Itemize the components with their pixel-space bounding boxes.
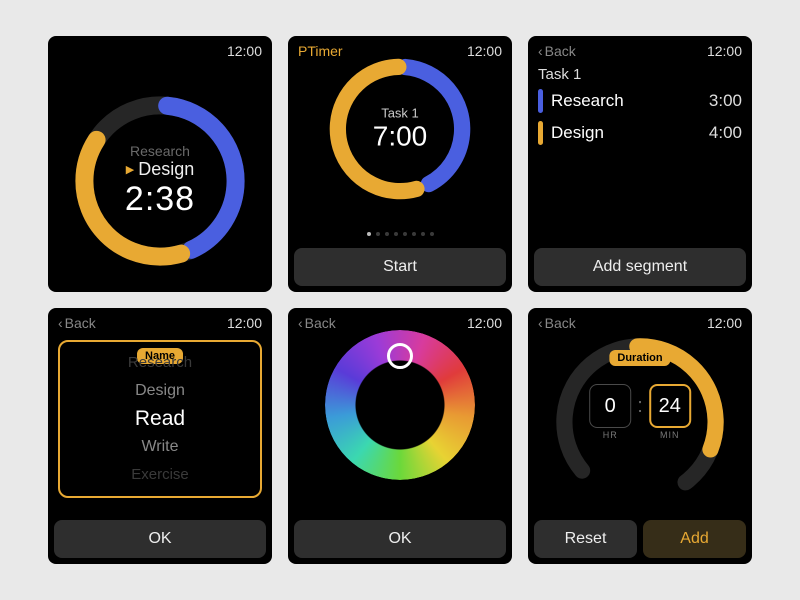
clock: 12:00 [227,43,262,59]
reset-button[interactable]: Reset [534,520,637,558]
picker-option[interactable]: Exercise [131,461,189,489]
back-button[interactable]: ‹ Back [298,315,336,331]
back-button[interactable]: ‹ Back [538,315,576,331]
clock: 12:00 [707,43,742,59]
segment-color-icon [538,121,543,145]
back-button[interactable]: ‹ Back [538,43,576,59]
task-title: Task 1 [528,60,752,85]
picker-option[interactable]: Research [128,349,192,377]
prev-task-label: Research [125,143,195,159]
page-indicator [288,232,512,236]
start-button[interactable]: Start [294,248,506,286]
back-button[interactable]: ‹ Back [58,315,96,331]
segment-time: 3:00 [709,91,742,111]
segment-row[interactable]: Research 3:00 [528,85,752,117]
picker-option-selected[interactable]: Read [135,405,185,433]
hours-unit-label: HR [603,430,618,440]
current-task-label: Design [138,159,194,180]
screen-segment-list: ‹ Back 12:00 Task 1 Research 3:00 Design… [528,36,752,292]
chevron-left-icon: ‹ [58,315,63,331]
screen-name-picker: ‹ Back 12:00 Name Research Design Read W… [48,308,272,564]
segment-name: Design [551,123,604,143]
add-segment-button[interactable]: Add segment [534,248,746,286]
task-name: Task 1 [373,106,428,121]
time-separator: : [637,395,643,430]
chevron-left-icon: ‹ [538,43,543,59]
picker-option[interactable]: Write [141,433,178,461]
screen-timer-running: 12:00 Research ▶ Design 2:38 [48,36,272,292]
screen-duration-picker: ‹ Back 12:00 Duration 0 HR [528,308,752,564]
clock: 12:00 [707,315,742,331]
segment-row[interactable]: Design 4:00 [528,117,752,149]
clock: 12:00 [227,315,262,331]
minutes-unit-label: MIN [660,430,680,440]
time-remaining: 2:38 [125,180,195,219]
screen-color-picker: ‹ Back 12:00 OK [288,308,512,564]
name-picker[interactable]: Research Design Read Write Exercise [58,340,262,498]
add-button[interactable]: Add [643,520,746,558]
segment-color-icon [538,89,543,113]
segment-name: Research [551,91,624,111]
ok-button[interactable]: OK [294,520,506,558]
minutes-stepper[interactable]: 24 [649,384,691,428]
picker-option[interactable]: Design [135,377,185,405]
task-total-time: 7:00 [373,121,428,153]
chevron-left-icon: ‹ [538,315,543,331]
hours-stepper[interactable]: 0 [589,384,631,428]
clock: 12:00 [467,315,502,331]
play-icon: ▶ [126,163,134,176]
chevron-left-icon: ‹ [298,315,303,331]
color-selector-handle[interactable] [387,343,413,369]
screen-task-overview: PTimer 12:00 Task 1 7:00 Start [288,36,512,292]
picker-field-label: Duration [609,350,670,366]
segment-time: 4:00 [709,123,742,143]
ok-button[interactable]: OK [54,520,266,558]
